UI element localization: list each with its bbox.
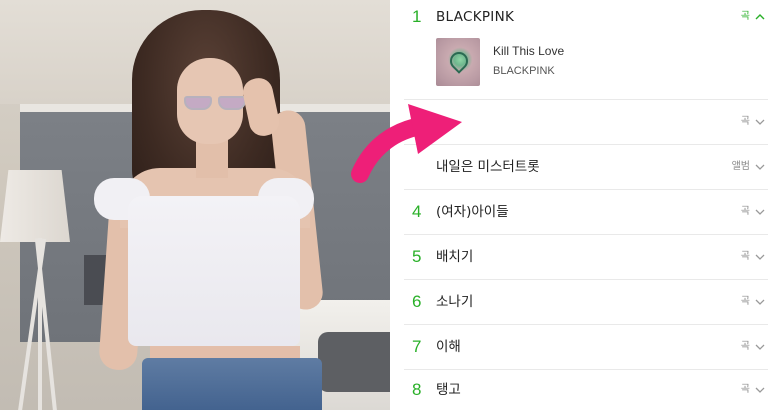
heart-icon bbox=[446, 48, 472, 74]
chevron-down-icon[interactable] bbox=[754, 251, 766, 263]
chevron-down-icon[interactable] bbox=[754, 341, 766, 353]
pink-arrow-icon bbox=[351, 104, 462, 183]
item-type-label: 곡 bbox=[740, 206, 750, 217]
rank-number: 5 bbox=[412, 247, 422, 266]
rank-number: 4 bbox=[412, 202, 422, 221]
chart-row-title[interactable]: BLACKPINK bbox=[436, 0, 514, 34]
chevron-down-icon[interactable] bbox=[754, 384, 766, 396]
chart-row[interactable]: 1 BLACKPINK 곡 Kill This Love BLACKPINK bbox=[404, 0, 768, 100]
chart-row[interactable]: 7 이해 곡 bbox=[404, 325, 768, 370]
chevron-down-icon[interactable] bbox=[754, 161, 766, 173]
item-type-label: 곡 bbox=[740, 116, 750, 127]
album-cover[interactable] bbox=[436, 38, 480, 86]
chevron-up-icon[interactable] bbox=[754, 11, 766, 23]
chart-row-title[interactable]: 배치기 bbox=[436, 235, 473, 279]
chevron-down-icon[interactable] bbox=[754, 206, 766, 218]
chevron-down-icon[interactable] bbox=[754, 296, 766, 308]
chart-row-title[interactable]: 탱고 bbox=[436, 368, 461, 410]
photo-person-sunglasses bbox=[0, 0, 390, 410]
chart-row[interactable]: 4 (여자)아이들 곡 bbox=[404, 190, 768, 235]
rank-number: 7 bbox=[412, 337, 422, 356]
photo-pillow bbox=[318, 332, 390, 392]
song-artist[interactable]: BLACKPINK bbox=[493, 65, 555, 77]
rank-number: 6 bbox=[412, 292, 422, 311]
song-title[interactable]: Kill This Love bbox=[493, 44, 564, 58]
item-type-label: 곡 bbox=[740, 296, 750, 307]
item-type-label: 곡 bbox=[740, 384, 750, 395]
expanded-song-item[interactable]: Kill This Love BLACKPINK bbox=[436, 38, 746, 86]
photo-jeans bbox=[142, 358, 322, 410]
chart-row-title[interactable]: 이해 bbox=[436, 325, 461, 369]
chart-row[interactable]: 8 탱고 곡 bbox=[404, 368, 768, 410]
rank-number: 8 bbox=[412, 380, 422, 399]
chart-row-title[interactable]: 소나기 bbox=[436, 280, 473, 324]
chevron-down-icon[interactable] bbox=[754, 116, 766, 128]
chart-row-title[interactable]: (여자)아이들 bbox=[436, 190, 509, 234]
rank-number: 1 bbox=[412, 7, 422, 26]
sunglasses-lens bbox=[218, 96, 246, 110]
chart-row[interactable]: 6 소나기 곡 bbox=[404, 280, 768, 325]
chart-row[interactable]: 5 배치기 곡 bbox=[404, 235, 768, 280]
sunglasses-icon bbox=[184, 96, 250, 112]
item-type-label: 곡 bbox=[740, 11, 750, 22]
item-type-label: 곡 bbox=[740, 251, 750, 262]
item-type-label: 앨범 bbox=[731, 161, 750, 172]
item-type-label: 곡 bbox=[740, 341, 750, 352]
photo-white-top bbox=[128, 196, 300, 346]
music-chart-list: 1 BLACKPINK 곡 Kill This Love BLACKPINK 곡… bbox=[404, 0, 780, 410]
photo-lamp-shade bbox=[0, 170, 70, 242]
photo-neck bbox=[196, 138, 228, 178]
sunglasses-lens bbox=[184, 96, 212, 110]
photo-lamp-leg bbox=[38, 238, 42, 410]
